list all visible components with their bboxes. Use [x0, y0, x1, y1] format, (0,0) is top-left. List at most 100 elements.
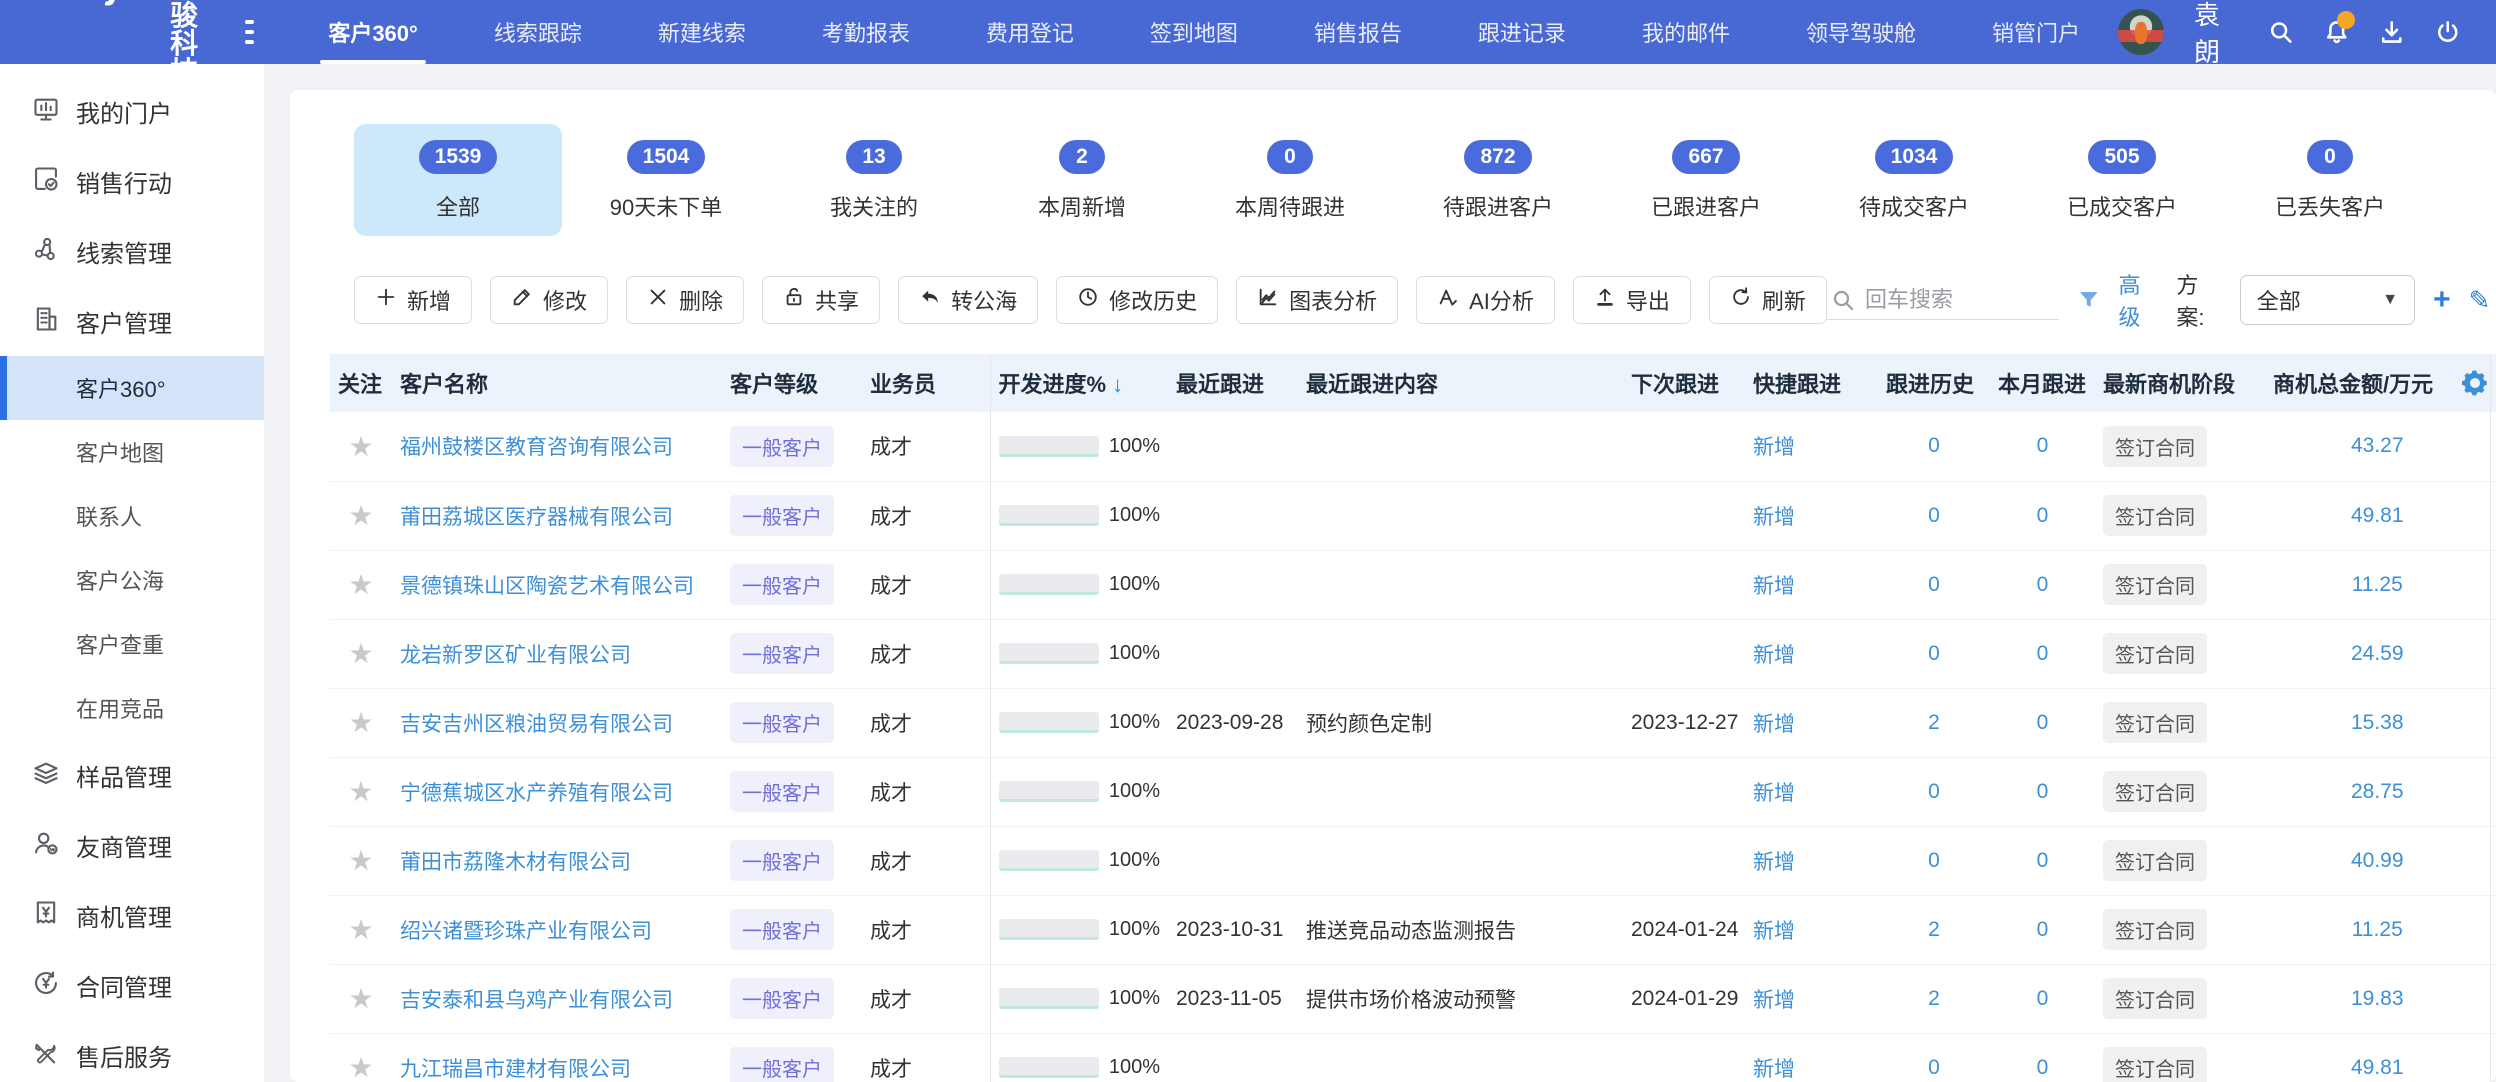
- column-header-关注[interactable]: 关注: [330, 354, 392, 412]
- customer-name-link[interactable]: 吉安吉州区粮油贸易有限公司: [400, 713, 673, 736]
- scheme-select[interactable]: 全部 ▼: [2240, 275, 2415, 325]
- favorite-star-icon[interactable]: ★: [338, 706, 384, 739]
- quick-followup-link[interactable]: 新增: [1753, 575, 1795, 598]
- topnav-item-线索跟踪[interactable]: 线索跟踪: [456, 0, 620, 64]
- opportunity-amount-link[interactable]: 43.27: [2273, 434, 2482, 458]
- sidebar-subitem-在用竞品[interactable]: 在用竞品: [0, 676, 264, 740]
- opportunity-amount-link[interactable]: 15.38: [2273, 711, 2482, 735]
- customer-name-link[interactable]: 莆田荔城区医疗器械有限公司: [400, 506, 673, 529]
- column-settings-gear-icon[interactable]: [2460, 368, 2490, 398]
- column-header-客户名称[interactable]: 客户名称: [392, 354, 722, 412]
- customer-name-link[interactable]: 景德镇珠山区陶瓷艺术有限公司: [400, 575, 694, 598]
- stat-card-全部[interactable]: 1539全部: [354, 124, 562, 236]
- opportunity-amount-link[interactable]: 49.81: [2273, 1056, 2482, 1080]
- quick-followup-link[interactable]: 新增: [1753, 436, 1795, 459]
- column-header-最近跟进内容[interactable]: 最近跟进内容: [1298, 354, 1623, 412]
- sidebar-subitem-客户地图[interactable]: 客户地图: [0, 420, 264, 484]
- followup-history-count[interactable]: 0: [1886, 780, 1982, 804]
- filter-funnel-icon[interactable]: [2077, 287, 2101, 313]
- customer-name-link[interactable]: 宁德蕉城区水产养殖有限公司: [400, 782, 673, 805]
- quick-followup-link[interactable]: 新增: [1753, 989, 1795, 1012]
- opportunity-amount-link[interactable]: 11.25: [2273, 918, 2482, 942]
- column-header-合[interactable]: 合: [2490, 354, 2496, 412]
- favorite-star-icon[interactable]: ★: [338, 1051, 384, 1082]
- column-header-开发进度%[interactable]: 开发进度%↓: [990, 354, 1168, 412]
- quick-followup-link[interactable]: 新增: [1753, 920, 1795, 943]
- stat-card-本周新增[interactable]: 2本周新增: [978, 124, 1186, 236]
- topnav-item-我的邮件[interactable]: 我的邮件: [1604, 0, 1768, 64]
- 修改历史-button[interactable]: 修改历史: [1056, 276, 1218, 324]
- column-header-客户等级[interactable]: 客户等级: [722, 354, 862, 412]
- opportunity-amount-link[interactable]: 11.25: [2273, 573, 2482, 597]
- favorite-star-icon[interactable]: ★: [338, 430, 384, 463]
- favorite-star-icon[interactable]: ★: [338, 568, 384, 601]
- column-header-跟进历史[interactable]: 跟进历史: [1878, 354, 1990, 412]
- 修改-button[interactable]: 修改: [490, 276, 608, 324]
- topnav-item-客户360°[interactable]: 客户360°: [290, 0, 456, 64]
- stat-card-本周待跟进[interactable]: 0本周待跟进: [1186, 124, 1394, 236]
- sidebar-subitem-客户360°[interactable]: 客户360°: [0, 356, 264, 420]
- app-logo[interactable]: Bajun 八骏科技 Anyone,Anytime,Anywhere!: [0, 0, 235, 101]
- followup-history-count[interactable]: 2: [1886, 711, 1982, 735]
- topnav-item-领导驾驶舱[interactable]: 领导驾驶舱: [1768, 0, 1954, 64]
- 刷新-button[interactable]: 刷新: [1709, 276, 1827, 324]
- column-header-最新商机阶段[interactable]: 最新商机阶段: [2095, 354, 2265, 412]
- 新增-button[interactable]: 新增: [354, 276, 472, 324]
- opportunity-amount-link[interactable]: 24.59: [2273, 642, 2482, 666]
- sidebar-subitem-客户公海[interactable]: 客户公海: [0, 548, 264, 612]
- bell-icon[interactable]: [2324, 17, 2349, 47]
- sidebar-item-售后服务[interactable]: 售后服务: [0, 1020, 264, 1082]
- sidebar-item-客户管理[interactable]: 客户管理: [0, 286, 264, 356]
- followup-history-count[interactable]: 0: [1886, 573, 1982, 597]
- topnav-item-跟进记录[interactable]: 跟进记录: [1440, 0, 1604, 64]
- column-header-快捷跟进[interactable]: 快捷跟进: [1745, 354, 1878, 412]
- edit-scheme-button[interactable]: ✎: [2469, 287, 2491, 313]
- column-header-业务员[interactable]: 业务员: [862, 354, 990, 412]
- followup-history-count[interactable]: 2: [1886, 918, 1982, 942]
- month-followup-count[interactable]: 0: [1998, 987, 2087, 1011]
- 删除-button[interactable]: 删除: [626, 276, 744, 324]
- advanced-filter-link[interactable]: 高级: [2118, 268, 2158, 332]
- favorite-star-icon[interactable]: ★: [338, 637, 384, 670]
- sidebar-subitem-客户查重[interactable]: 客户查重: [0, 612, 264, 676]
- topnav-item-新建线索[interactable]: 新建线索: [620, 0, 784, 64]
- followup-history-count[interactable]: 0: [1886, 504, 1982, 528]
- month-followup-count[interactable]: 0: [1998, 849, 2087, 873]
- month-followup-count[interactable]: 0: [1998, 434, 2087, 458]
- topnav-item-销售报告[interactable]: 销售报告: [1276, 0, 1440, 64]
- stat-card-已丢失客户[interactable]: 0已丢失客户: [2226, 124, 2434, 236]
- month-followup-count[interactable]: 0: [1998, 504, 2087, 528]
- opportunity-amount-link[interactable]: 28.75: [2273, 780, 2482, 804]
- column-header-本月跟进[interactable]: 本月跟进: [1990, 354, 2095, 412]
- stat-card-待跟进客户[interactable]: 872待跟进客户: [1394, 124, 1602, 236]
- AI分析-button[interactable]: AI分析: [1416, 276, 1555, 324]
- column-header-最近跟进[interactable]: 最近跟进: [1168, 354, 1298, 412]
- favorite-star-icon[interactable]: ★: [338, 844, 384, 877]
- customer-name-link[interactable]: 福州鼓楼区教育咨询有限公司: [400, 436, 673, 459]
- quick-followup-link[interactable]: 新增: [1753, 851, 1795, 874]
- month-followup-count[interactable]: 0: [1998, 573, 2087, 597]
- customer-name-link[interactable]: 吉安泰和县乌鸡产业有限公司: [400, 989, 673, 1012]
- month-followup-count[interactable]: 0: [1998, 1056, 2087, 1080]
- month-followup-count[interactable]: 0: [1998, 918, 2087, 942]
- followup-history-count[interactable]: 0: [1886, 1056, 1982, 1080]
- opportunity-amount-link[interactable]: 40.99: [2273, 849, 2482, 873]
- quick-followup-link[interactable]: 新增: [1753, 1058, 1795, 1081]
- 导出-button[interactable]: 导出: [1573, 276, 1691, 324]
- month-followup-count[interactable]: 0: [1998, 642, 2087, 666]
- 图表分析-button[interactable]: 图表分析: [1236, 276, 1398, 324]
- topnav-item-签到地图[interactable]: 签到地图: [1112, 0, 1276, 64]
- stat-card-90天未下单[interactable]: 150490天未下单: [562, 124, 770, 236]
- sidebar-item-线索管理[interactable]: 线索管理: [0, 216, 264, 286]
- customer-name-link[interactable]: 龙岩新罗区矿业有限公司: [400, 644, 631, 667]
- topnav-item-费用登记[interactable]: 费用登记: [948, 0, 1112, 64]
- favorite-star-icon[interactable]: ★: [338, 499, 384, 532]
- favorite-star-icon[interactable]: ★: [338, 982, 384, 1015]
- 转公海-button[interactable]: 转公海: [898, 276, 1038, 324]
- customer-name-link[interactable]: 绍兴诸暨珍珠产业有限公司: [400, 920, 652, 943]
- favorite-star-icon[interactable]: ★: [338, 775, 384, 808]
- followup-history-count[interactable]: 0: [1886, 434, 1982, 458]
- search-icon[interactable]: [2268, 17, 2293, 47]
- customer-name-link[interactable]: 九江瑞昌市建材有限公司: [400, 1058, 631, 1081]
- month-followup-count[interactable]: 0: [1998, 711, 2087, 735]
